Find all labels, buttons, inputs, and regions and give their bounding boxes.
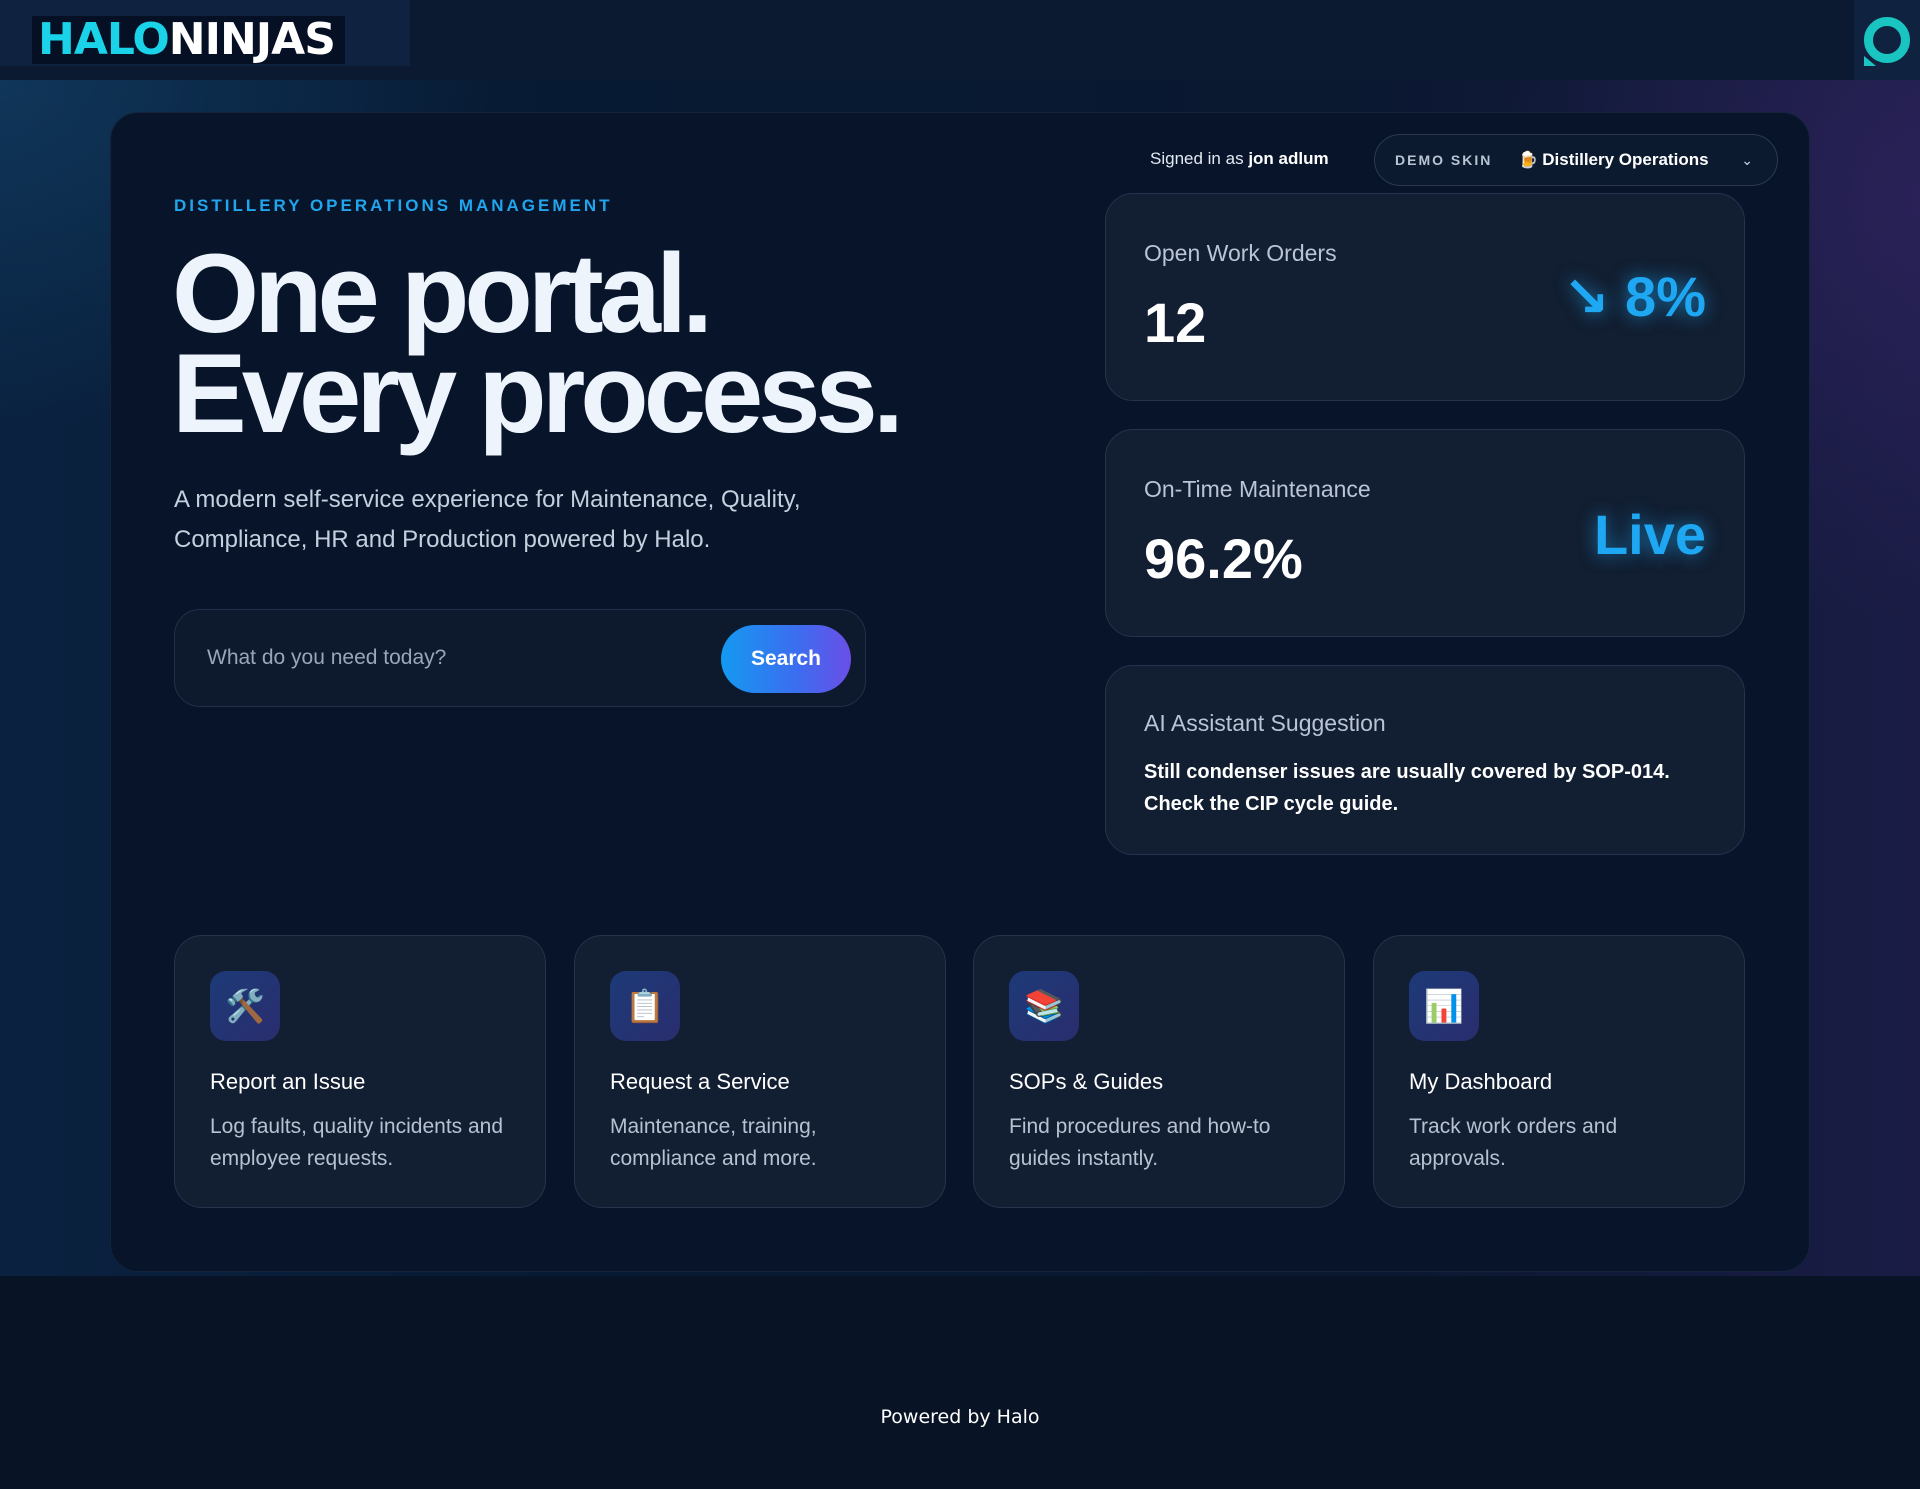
tile-title: My Dashboard: [1409, 1069, 1553, 1094]
hero-subtitle: A modern self-service experience for Mai…: [174, 486, 801, 553]
assistant-suggestion: Still condenser issues are usually cover…: [1144, 761, 1670, 815]
footer-powered-by: Powered by Halo: [880, 1406, 1040, 1428]
skin-selector[interactable]: DEMO SKIN 🍺 Distillery Operations ⌄: [1374, 134, 1778, 186]
chevron-down-icon: ⌄: [1741, 151, 1753, 168]
ai-assistant-card: AI Assistant Suggestion Still condenser …: [1105, 665, 1745, 855]
tile-description: Maintenance, training, compliance and mo…: [610, 1115, 817, 1170]
headline-line-2: Every process.: [172, 331, 904, 456]
search-button[interactable]: Search: [721, 625, 851, 693]
tile-title: Request a Service: [610, 1069, 790, 1094]
logo[interactable]: HALO NINJAS: [32, 16, 345, 64]
bar-chart-icon: 📊: [1409, 971, 1479, 1041]
chat-bubble-icon: [1864, 17, 1910, 66]
tools-icon: 🛠️: [210, 971, 280, 1041]
live-badge: Live: [1593, 503, 1706, 566]
stat-card-on-time-maintenance: On-Time Maintenance 96.2% Live: [1105, 429, 1745, 637]
signed-in-prefix: Signed in as: [1150, 149, 1244, 168]
skin-tag: DEMO SKIN: [1395, 152, 1493, 168]
tile-description: Find procedures and how-to guides instan…: [1009, 1115, 1271, 1170]
headline-line-1: One portal.: [172, 231, 713, 356]
books-icon: 📚: [1009, 971, 1079, 1041]
tile-sops-guides[interactable]: 📚 SOPs & Guides Find procedures and how-…: [973, 935, 1345, 1208]
chat-button[interactable]: [1854, 0, 1920, 80]
tile-title: SOPs & Guides: [1009, 1069, 1164, 1094]
assistant-label: AI Assistant Suggestion: [1144, 710, 1386, 736]
clipboard-icon: 📋: [610, 971, 680, 1041]
stat-label: On-Time Maintenance: [1144, 476, 1371, 502]
search-bar: Search: [174, 609, 866, 707]
headline: One portal. Every process.: [172, 231, 1072, 456]
top-bar: HALO NINJAS: [0, 0, 1920, 80]
logo-ninjas: NINJAS: [168, 14, 336, 65]
signed-in-user: jon adlum: [1248, 149, 1329, 168]
stat-value: 96.2%: [1144, 527, 1303, 590]
search-input[interactable]: [207, 638, 677, 678]
eyebrow-text: DISTILLERY OPERATIONS MANAGEMENT: [174, 196, 613, 215]
tile-my-dashboard[interactable]: 📊 My Dashboard Track work orders and app…: [1373, 935, 1745, 1208]
logo-area[interactable]: HALO NINJAS: [0, 0, 410, 66]
tile-description: Log faults, quality incidents and employ…: [210, 1115, 504, 1170]
logo-halo: HALO: [38, 14, 170, 65]
tile-description: Track work orders and approvals.: [1409, 1115, 1618, 1170]
beer-icon: 🍺: [1518, 152, 1539, 169]
stat-value: 12: [1144, 291, 1207, 354]
tile-report-issue[interactable]: 🛠️ Report an Issue Log faults, quality i…: [174, 935, 546, 1208]
stat-card-open-work-orders: Open Work Orders 12 ↘ 8%: [1105, 193, 1745, 401]
skin-value: Distillery Operations: [1542, 150, 1709, 169]
stat-label: Open Work Orders: [1144, 240, 1337, 266]
signed-in-text: Signed in as jon adlum: [1150, 149, 1329, 169]
tile-title: Report an Issue: [210, 1069, 366, 1094]
tile-request-service[interactable]: 📋 Request a Service Maintenance, trainin…: [574, 935, 946, 1208]
stat-trend: ↘ 8%: [1562, 265, 1706, 328]
